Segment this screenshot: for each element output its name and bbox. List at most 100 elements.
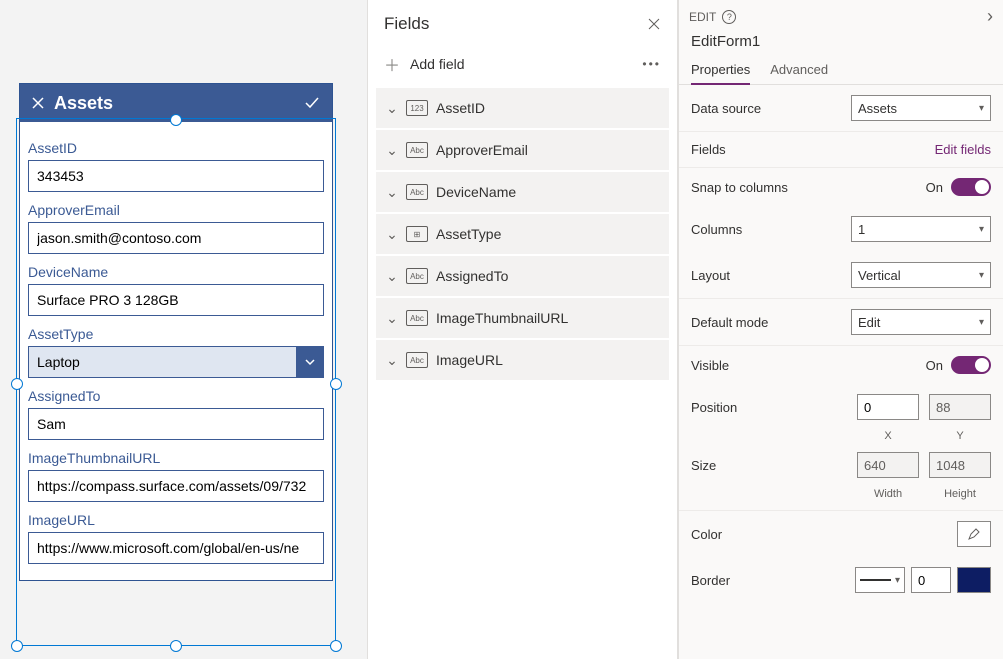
chevron-down-icon: ⌄ <box>384 268 400 285</box>
add-field-label: Add field <box>410 56 642 72</box>
chevron-down-icon: ▾ <box>979 103 984 114</box>
resize-handle-n[interactable] <box>170 114 182 126</box>
prop-body: Data source Assets ▾ Fields Edit fields … <box>679 85 1003 603</box>
resize-handle-e[interactable] <box>330 378 342 390</box>
field-item-assignedto[interactable]: ⌄ Abc AssignedTo <box>376 256 669 296</box>
field-item-assetid[interactable]: ⌄ 123 AssetID <box>376 88 669 128</box>
label-image-url: ImageURL <box>28 512 324 528</box>
selected-control-name: EditForm1 <box>679 33 1003 56</box>
prop-label: Data source <box>691 101 851 116</box>
input-approver-email[interactable] <box>28 222 324 254</box>
prop-label: Size <box>691 458 857 473</box>
tab-properties[interactable]: Properties <box>691 56 750 85</box>
field-item-approveremail[interactable]: ⌄ Abc ApproverEmail <box>376 130 669 170</box>
input-thumb-url[interactable] <box>28 470 324 502</box>
collapse-arrow-icon[interactable]: › <box>987 6 993 27</box>
chevron-down-icon: ▾ <box>979 317 984 328</box>
asset-type-dropdown-button[interactable] <box>296 346 324 378</box>
input-asset-type[interactable] <box>28 346 296 378</box>
prop-label: Position <box>691 400 857 415</box>
chevron-down-icon: ▾ <box>979 224 984 235</box>
submit-check-icon[interactable] <box>302 93 322 113</box>
canvas-area: Assets AssetID ApproverEmail DeviceName … <box>0 0 367 659</box>
prop-label: Border <box>691 573 855 588</box>
resize-handle-sw[interactable] <box>11 640 23 652</box>
data-source-dropdown[interactable]: Assets ▾ <box>851 95 991 121</box>
text-type-icon: Abc <box>406 142 428 158</box>
prop-tabs: Properties Advanced <box>679 56 1003 85</box>
field-item-label: AssetType <box>436 226 501 242</box>
position-x-input[interactable] <box>857 394 919 420</box>
fields-panel: Fields ＋ Add field ••• ⌄ 123 AssetID ⌄ A… <box>367 0 678 659</box>
edit-color-icon <box>967 527 981 541</box>
prop-position: Position <box>679 384 1003 430</box>
default-mode-dropdown[interactable]: Edit ▾ <box>851 309 991 335</box>
resize-handle-s[interactable] <box>170 640 182 652</box>
close-icon[interactable] <box>30 95 46 111</box>
field-item-label: ApproverEmail <box>436 142 528 158</box>
size-height-input[interactable] <box>929 452 991 478</box>
prop-size: Size <box>679 452 1003 488</box>
fields-panel-close-icon[interactable] <box>647 17 661 31</box>
prop-columns: Columns 1 ▾ <box>679 206 1003 252</box>
prop-border: Border ▾ <box>679 557 1003 603</box>
field-asset-type: AssetType <box>28 326 324 378</box>
x-sublabel: X <box>857 430 919 442</box>
form-title: Assets <box>54 93 302 114</box>
edit-form[interactable]: Assets AssetID ApproverEmail DeviceName … <box>19 83 333 581</box>
field-item-assettype[interactable]: ⌄ ⊞ AssetType <box>376 214 669 254</box>
field-item-label: AssignedTo <box>436 268 508 284</box>
field-assigned-to: AssignedTo <box>28 388 324 440</box>
chevron-down-icon: ⌄ <box>384 142 400 159</box>
visible-toggle[interactable] <box>951 356 991 374</box>
field-item-label: DeviceName <box>436 184 516 200</box>
text-type-icon: Abc <box>406 184 428 200</box>
prop-label: Snap to columns <box>691 180 926 195</box>
edit-fields-link[interactable]: Edit fields <box>935 142 991 157</box>
input-asset-id[interactable] <box>28 160 324 192</box>
input-image-url[interactable] <box>28 532 324 564</box>
snap-toggle[interactable] <box>951 178 991 196</box>
fields-panel-title: Fields <box>384 14 647 34</box>
input-device-name[interactable] <box>28 284 324 316</box>
field-device-name: DeviceName <box>28 264 324 316</box>
prop-label: Color <box>691 527 957 542</box>
label-asset-type: AssetType <box>28 326 324 342</box>
columns-dropdown[interactable]: 1 ▾ <box>851 216 991 242</box>
size-sublabels: Width Height <box>679 488 1003 511</box>
field-item-devicename[interactable]: ⌄ Abc DeviceName <box>376 172 669 212</box>
field-list: ⌄ 123 AssetID ⌄ Abc ApproverEmail ⌄ Abc … <box>368 88 677 380</box>
help-icon[interactable]: ? <box>722 10 736 24</box>
properties-panel: EDIT ? › EditForm1 Properties Advanced D… <box>678 0 1003 659</box>
size-width-input[interactable] <box>857 452 919 478</box>
field-item-imageurl[interactable]: ⌄ Abc ImageURL <box>376 340 669 380</box>
prop-panel-top: EDIT ? › <box>679 0 1003 33</box>
label-thumb-url: ImageThumbnailURL <box>28 450 324 466</box>
position-y-input[interactable] <box>929 394 991 420</box>
prop-label: Columns <box>691 222 851 237</box>
chevron-down-icon: ⌄ <box>384 226 400 243</box>
input-assigned-to[interactable] <box>28 408 324 440</box>
add-field-row[interactable]: ＋ Add field ••• <box>368 44 677 88</box>
layout-dropdown[interactable]: Vertical ▾ <box>851 262 991 288</box>
more-icon[interactable]: ••• <box>642 57 661 71</box>
height-sublabel: Height <box>929 488 991 500</box>
prop-label: Default mode <box>691 315 851 330</box>
choice-type-icon: ⊞ <box>406 226 428 242</box>
position-sublabels: X Y <box>679 430 1003 452</box>
prop-data-source: Data source Assets ▾ <box>679 85 1003 132</box>
field-item-label: AssetID <box>436 100 485 116</box>
chevron-down-icon: ▾ <box>979 270 984 281</box>
label-assigned-to: AssignedTo <box>28 388 324 404</box>
tab-advanced[interactable]: Advanced <box>770 56 828 84</box>
number-type-icon: 123 <box>406 100 428 116</box>
text-type-icon: Abc <box>406 310 428 326</box>
border-style-dropdown[interactable]: ▾ <box>855 567 905 593</box>
field-item-label: ImageThumbnailURL <box>436 310 568 326</box>
border-width-input[interactable] <box>911 567 951 593</box>
field-item-thumburl[interactable]: ⌄ Abc ImageThumbnailURL <box>376 298 669 338</box>
resize-handle-se[interactable] <box>330 640 342 652</box>
color-picker[interactable] <box>957 521 991 547</box>
border-color-picker[interactable] <box>957 567 991 593</box>
resize-handle-w[interactable] <box>11 378 23 390</box>
